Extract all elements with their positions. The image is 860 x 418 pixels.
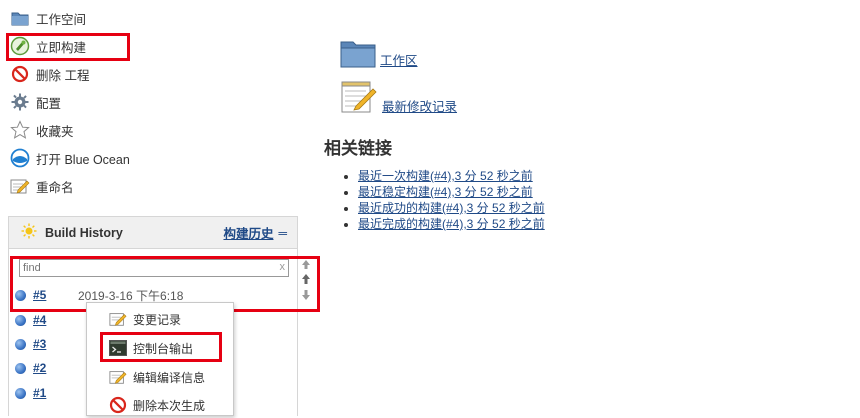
status-ball-icon: [15, 338, 26, 350]
build-history-title: Build History: [45, 225, 123, 240]
status-ball-icon: [15, 314, 26, 326]
menu-item-label: 变更记录: [133, 312, 182, 327]
build-number-link[interactable]: #5: [33, 288, 78, 302]
task-label: 打开 Blue Ocean: [36, 152, 130, 167]
related-links-heading: 相关链接: [324, 139, 392, 158]
task-build-now[interactable]: 立即构建: [10, 32, 310, 60]
task-label: 工作空间: [36, 12, 87, 27]
notepad-icon: [109, 368, 127, 386]
list-item: 最近稳定构建(#4),3 分 52 秒之前: [358, 184, 545, 200]
list-item: 最近一次构建(#4),3 分 52 秒之前: [358, 168, 545, 184]
build-context-menu: 变更记录 控制台输出 编辑编译信息 删除本次生成: [86, 302, 234, 416]
task-label: 收藏夹: [36, 124, 74, 139]
last-stable-build-link[interactable]: 最近稳定构建(#4),3 分 52 秒之前: [358, 185, 533, 199]
build-search-input[interactable]: [20, 260, 270, 276]
menu-item-label: 编辑编译信息: [133, 370, 206, 385]
last-successful-build-link[interactable]: 最近成功的构建(#4),3 分 52 秒之前: [358, 201, 545, 215]
task-blue-ocean[interactable]: 打开 Blue Ocean: [10, 144, 310, 172]
changes-link-block[interactable]: 最新修改记录: [340, 78, 457, 117]
workspace-link[interactable]: 工作区: [380, 50, 418, 69]
task-configure[interactable]: 配置: [10, 88, 310, 116]
sun-icon: [21, 223, 37, 242]
build-date: 2019-3-16 下午6:18: [78, 288, 184, 303]
task-delete-project[interactable]: 删除 工程: [10, 60, 310, 88]
related-links-list: 最近一次构建(#4),3 分 52 秒之前 最近稳定构建(#4),3 分 52 …: [344, 168, 545, 232]
changes-link[interactable]: 最新修改记录: [382, 96, 457, 115]
menu-item-changes[interactable]: 变更记录: [87, 306, 233, 332]
task-label: 配置: [36, 96, 62, 111]
task-label: 立即构建: [36, 40, 87, 55]
list-item: 最近完成的构建(#4),3 分 52 秒之前: [358, 216, 545, 232]
status-ball-icon: [15, 387, 26, 399]
large-folder-icon: [340, 38, 376, 71]
build-number-link[interactable]: #4: [33, 313, 78, 327]
list-item: 最近成功的构建(#4),3 分 52 秒之前: [358, 200, 545, 216]
large-notepad-icon: [340, 78, 378, 117]
star-icon: [10, 120, 30, 140]
status-ball-icon: [15, 362, 26, 374]
task-rename[interactable]: 重命名: [10, 172, 310, 200]
gear-icon: [10, 92, 30, 112]
status-ball-icon: [15, 289, 26, 301]
no-entry-icon: [10, 64, 30, 84]
clear-search-icon[interactable]: x: [280, 261, 286, 273]
blue-ocean-icon: [10, 148, 30, 168]
build-number-link[interactable]: #3: [33, 337, 78, 351]
build-now-icon: [10, 36, 30, 56]
menu-item-edit-build-info[interactable]: 编辑编译信息: [87, 364, 233, 390]
last-build-link[interactable]: 最近一次构建(#4),3 分 52 秒之前: [358, 169, 533, 183]
scroll-up-icon[interactable]: [300, 272, 312, 286]
build-trend-link[interactable]: 构建历史: [223, 223, 273, 242]
menu-item-label: 删除本次生成: [133, 398, 206, 413]
folder-icon: [10, 8, 30, 28]
menu-item-label: 控制台输出: [133, 341, 194, 356]
menu-item-console-output[interactable]: 控制台输出: [87, 335, 233, 361]
build-number-link[interactable]: #2: [33, 361, 78, 375]
last-completed-build-link[interactable]: 最近完成的构建(#4),3 分 52 秒之前: [358, 217, 545, 231]
task-list: 工作空间 立即构建 删除 工程 配置 收藏夹 打开 Blue Ocean 重命名: [10, 4, 310, 200]
terminal-icon: [109, 339, 127, 357]
build-search-box: x: [19, 259, 289, 277]
task-favorite[interactable]: 收藏夹: [10, 116, 310, 144]
scroll-top-icon[interactable]: [300, 256, 312, 270]
build-number-link[interactable]: #1: [33, 386, 78, 400]
no-entry-icon: [109, 396, 127, 414]
notepad-icon: [10, 176, 30, 196]
build-history-header: Build History 构建历史 ═: [9, 217, 297, 249]
task-label: 删除 工程: [36, 68, 90, 83]
collapse-icon[interactable]: ═: [278, 226, 287, 240]
task-label: 重命名: [36, 180, 74, 195]
menu-item-delete-build[interactable]: 删除本次生成: [87, 392, 233, 418]
task-workspace[interactable]: 工作空间: [10, 4, 310, 32]
workspace-link-block[interactable]: 工作区: [340, 38, 418, 71]
notepad-icon: [109, 310, 127, 328]
history-scroll-controls: [300, 256, 314, 304]
scroll-down-icon[interactable]: [300, 288, 312, 302]
